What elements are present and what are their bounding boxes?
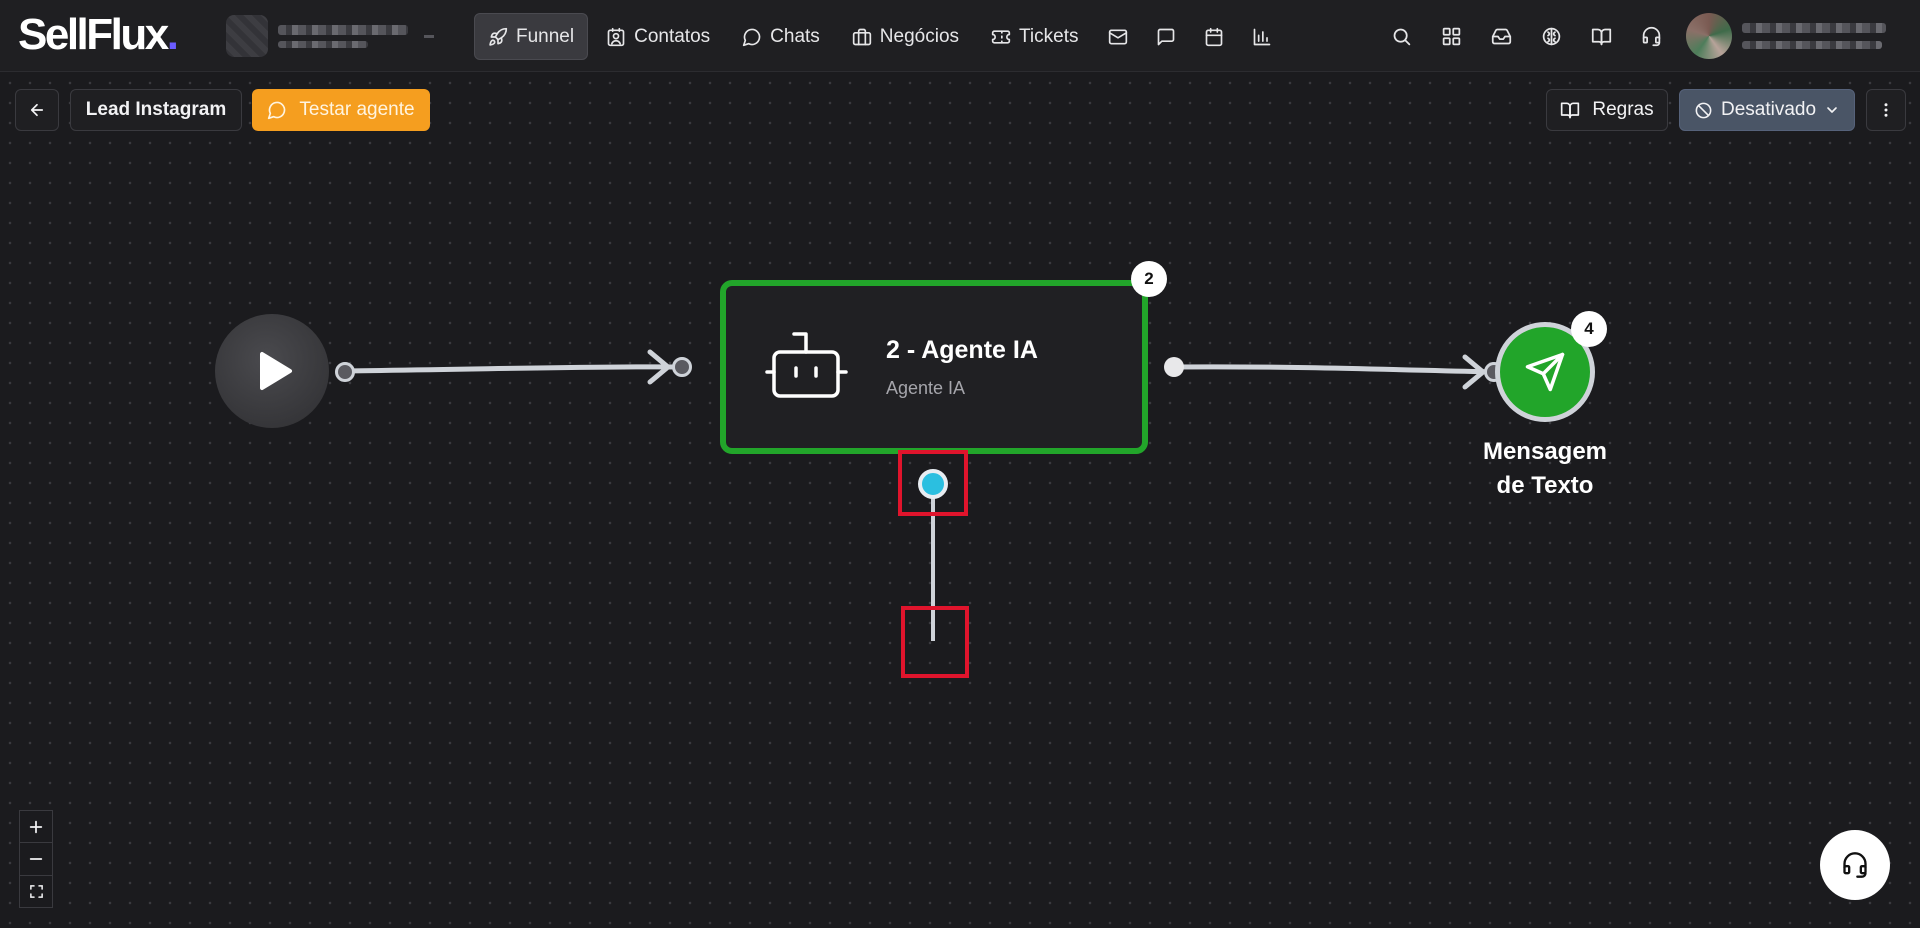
grid-icon xyxy=(1442,27,1460,46)
help-chat-button[interactable] xyxy=(1820,830,1890,900)
agent-input-handle[interactable] xyxy=(672,357,692,377)
main-nav: Funnel Contatos Chats Negócios Tickets xyxy=(474,13,1284,60)
zoom-in-button[interactable] xyxy=(20,811,52,844)
nav-calendar[interactable] xyxy=(1192,13,1236,60)
nav-messages[interactable] xyxy=(1144,13,1188,60)
avatar xyxy=(1686,13,1732,59)
nav-contatos-label: Contatos xyxy=(634,25,711,47)
inbox-icon xyxy=(1491,28,1511,45)
calendar-icon xyxy=(1206,27,1223,46)
test-agent-button[interactable]: Testar agente xyxy=(252,89,430,131)
book-open-icon xyxy=(1591,28,1611,46)
message-node-badge: 4 xyxy=(1571,311,1607,347)
zoom-out-button[interactable] xyxy=(20,843,52,876)
edge-agent-to-message xyxy=(1173,364,1495,375)
nav-reports[interactable] xyxy=(1240,13,1284,60)
highlight-box xyxy=(901,606,969,678)
top-navigation-bar: SellFlux. Funnel Contatos Chats Negócios… xyxy=(0,0,1920,72)
book-open-icon xyxy=(1561,102,1580,119)
headset-icon xyxy=(1642,26,1660,47)
more-vertical-icon xyxy=(1884,103,1888,117)
start-node[interactable] xyxy=(215,314,329,428)
workspace-name-blurred xyxy=(278,24,408,48)
start-output-handle[interactable] xyxy=(335,362,355,382)
nav-email[interactable] xyxy=(1096,13,1140,60)
send-icon xyxy=(1525,352,1565,392)
zoom-controls xyxy=(19,810,53,908)
chat-bubble-icon xyxy=(742,28,761,46)
ai-brain-button[interactable] xyxy=(1526,13,1576,60)
nav-chats[interactable]: Chats xyxy=(728,13,834,60)
docs-button[interactable] xyxy=(1576,13,1626,60)
highlight-box xyxy=(898,450,968,516)
header-actions xyxy=(1376,13,1676,60)
inbox-button[interactable] xyxy=(1476,13,1526,60)
agent-node-subtitle: Agente IA xyxy=(886,378,966,398)
user-menu[interactable] xyxy=(1686,13,1886,59)
rules-label: Regras xyxy=(1592,99,1654,120)
apps-button[interactable] xyxy=(1426,13,1476,60)
nav-tickets-label: Tickets xyxy=(1019,25,1079,47)
edge-arrow-icon xyxy=(1462,354,1486,390)
sellflux-logo[interactable]: SellFlux. xyxy=(18,13,179,57)
flow-name-label: Lead Instagram xyxy=(85,99,227,120)
contact-card-icon xyxy=(607,27,625,46)
ticket-icon xyxy=(991,29,1011,44)
agent-output-handle[interactable] xyxy=(1164,357,1184,377)
message-node-label: Mensagem de Texto xyxy=(1482,438,1608,499)
nav-funnel-label: Funnel xyxy=(516,25,575,47)
rules-button[interactable]: Regras xyxy=(1546,89,1668,131)
status-label: Desativado xyxy=(1720,99,1817,120)
edge-arrow-icon xyxy=(647,349,671,385)
edge-start-to-agent xyxy=(344,364,683,374)
support-button[interactable] xyxy=(1626,13,1676,60)
message-square-icon xyxy=(1158,28,1175,45)
play-icon xyxy=(259,351,293,391)
brain-icon xyxy=(1542,27,1560,46)
status-dropdown[interactable]: Desativado xyxy=(1679,89,1855,131)
robot-icon xyxy=(765,332,848,398)
chat-bubble-icon xyxy=(268,101,286,120)
user-name-blurred xyxy=(1742,23,1886,49)
fullscreen-icon xyxy=(29,884,43,898)
nav-tickets[interactable]: Tickets xyxy=(977,13,1092,60)
nav-negocios[interactable]: Negócios xyxy=(838,13,973,60)
flow-canvas[interactable]: Lead Instagram Testar agente Regras Desa… xyxy=(0,73,1920,928)
search-icon xyxy=(1393,28,1410,46)
agent-node-badge: 2 xyxy=(1131,261,1167,297)
fit-view-button[interactable] xyxy=(20,876,52,907)
test-agent-label: Testar agente xyxy=(299,99,415,120)
plus-icon xyxy=(29,820,43,833)
workspace-avatar xyxy=(226,15,268,57)
headset-icon xyxy=(1843,852,1867,878)
agent-node-title: 2 - Agente IA xyxy=(886,336,1038,364)
more-options-button[interactable] xyxy=(1866,89,1906,131)
nav-chats-label: Chats xyxy=(770,25,820,47)
ban-icon xyxy=(1695,102,1712,118)
mail-icon xyxy=(1109,29,1128,44)
briefcase-icon xyxy=(852,28,871,45)
flow-name-button[interactable]: Lead Instagram xyxy=(70,89,242,131)
chevron-down-icon xyxy=(1827,107,1837,113)
workspace-chevron-icon xyxy=(424,34,434,38)
rocket-icon xyxy=(489,27,508,46)
arrow-left-icon xyxy=(30,103,44,117)
nav-negocios-label: Negócios xyxy=(879,25,960,47)
bar-chart-icon xyxy=(1254,28,1271,45)
agent-node[interactable]: 2 - Agente IA Agente IA xyxy=(720,280,1148,454)
nav-contatos[interactable]: Contatos xyxy=(592,13,724,60)
minus-icon xyxy=(29,858,43,860)
search-button[interactable] xyxy=(1376,13,1426,60)
workspace-selector[interactable] xyxy=(226,14,446,58)
nav-funnel[interactable]: Funnel xyxy=(474,13,589,60)
back-button[interactable] xyxy=(15,89,59,131)
